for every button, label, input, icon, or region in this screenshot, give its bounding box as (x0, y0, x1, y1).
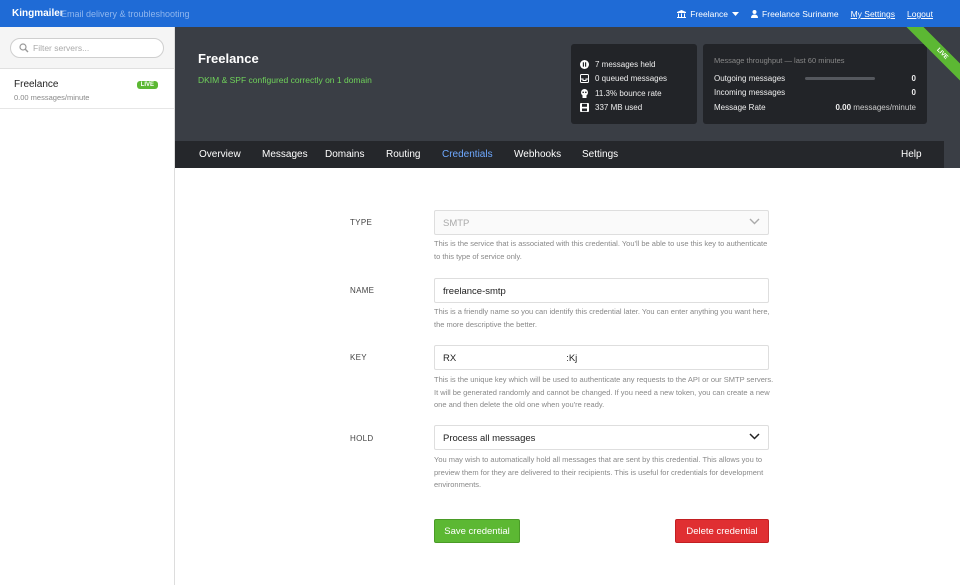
server-title: Freelance (198, 51, 259, 66)
tab-messages[interactable]: Messages (262, 149, 308, 160)
server-nav: Overview Messages Domains Routing Creden… (175, 141, 944, 168)
chevron-down-icon (749, 218, 760, 225)
user-menu[interactable]: Freelance Suriname (751, 9, 839, 19)
server-list-item-rate: 0.00 messages/minute (14, 93, 90, 102)
key-label: KEY (350, 353, 367, 362)
org-name: Freelance (690, 9, 729, 19)
stat-storage-text: 337 MB used (595, 103, 643, 113)
bounce-icon (581, 88, 588, 98)
outgoing-label: Outgoing messages (714, 73, 786, 83)
name-input-value: freelance-smtp (443, 286, 506, 297)
hold-select-value: Process all messages (443, 433, 536, 444)
my-settings-link[interactable]: My Settings (851, 9, 895, 19)
top-bar: Kingmailer Email delivery & troubleshoot… (0, 0, 960, 27)
server-stats-panel: 7 messages held 0 queued messages 11.3% … (571, 44, 697, 124)
stat-storage[interactable]: 337 MB used (580, 101, 697, 116)
top-right-menu: Freelance Freelance Suriname My Settings… (665, 9, 933, 19)
server-filter-area (0, 27, 174, 69)
stat-held-text: 7 messages held (595, 59, 656, 69)
incoming-label: Incoming messages (714, 88, 786, 98)
tab-webhooks[interactable]: Webhooks (514, 149, 561, 160)
pause-icon (580, 59, 589, 69)
server-header: Freelance DKIM & SPF configured correctl… (175, 27, 944, 141)
search-icon (19, 43, 29, 53)
sidebar: Freelance 0.00 messages/minute LIVE (0, 27, 175, 585)
type-select-value: SMTP (443, 218, 470, 229)
key-field[interactable]: RX :Kj (434, 345, 769, 370)
type-select[interactable]: SMTP (434, 210, 769, 235)
stat-queued-text: 0 queued messages (595, 74, 668, 84)
tab-help[interactable]: Help (901, 149, 922, 160)
disk-icon (580, 103, 589, 113)
tab-credentials[interactable]: Credentials (442, 149, 493, 160)
user-name: Freelance Suriname (762, 9, 839, 19)
inbox-icon (580, 74, 589, 84)
live-badge: LIVE (136, 81, 158, 89)
tab-routing[interactable]: Routing (386, 149, 420, 160)
save-credential-button[interactable]: Save credential (434, 519, 520, 543)
rate-value: 0.00 (835, 102, 852, 112)
tab-overview[interactable]: Overview (199, 149, 241, 160)
type-hint: This is the service that is associated w… (434, 239, 768, 261)
user-icon (751, 10, 759, 18)
live-ribbon-label: LIVE (902, 27, 960, 94)
dns-status-text: DKIM & SPF configured correctly on 1 dom… (198, 75, 372, 85)
stat-held[interactable]: 7 messages held (580, 57, 697, 72)
key-value-start: RX (443, 353, 457, 364)
brand-tagline: Email delivery & troubleshooting (61, 9, 190, 19)
server-list-item[interactable]: Freelance 0.00 messages/minute LIVE (0, 69, 174, 109)
brand-logo[interactable]: Kingmailer (12, 8, 64, 19)
key-value-end: :Kj (566, 353, 578, 364)
live-ribbon: LIVE (880, 27, 960, 107)
building-icon (677, 10, 687, 18)
caret-down-icon (732, 12, 740, 16)
key-redaction (456, 353, 567, 361)
chevron-down-icon (749, 433, 760, 440)
hold-label: HOLD (350, 434, 374, 443)
rate-label: Message Rate (714, 102, 766, 112)
tab-domains[interactable]: Domains (325, 149, 364, 160)
name-hint: This is a friendly name so you can ident… (434, 307, 770, 329)
hold-hint: You may wish to automatically hold all m… (434, 455, 764, 489)
org-switcher[interactable]: Freelance (677, 9, 740, 19)
outgoing-bar (805, 76, 875, 80)
stat-bounce[interactable]: 11.3% bounce rate (580, 86, 697, 101)
server-filter-input[interactable] (33, 41, 163, 55)
stat-queued[interactable]: 0 queued messages (580, 72, 697, 87)
server-filter (10, 38, 164, 58)
type-label: TYPE (350, 218, 373, 227)
tab-settings[interactable]: Settings (582, 149, 618, 160)
stat-bounce-text: 11.3% bounce rate (595, 88, 662, 98)
name-input[interactable]: freelance-smtp (434, 278, 769, 303)
credential-form: TYPE SMTP This is the service that is as… (175, 168, 960, 585)
delete-credential-button[interactable]: Delete credential (675, 519, 769, 543)
logout-link[interactable]: Logout (907, 9, 933, 19)
hold-select[interactable]: Process all messages (434, 425, 769, 450)
key-hint: This is the unique key which will be use… (434, 375, 774, 409)
name-label: NAME (350, 286, 375, 295)
